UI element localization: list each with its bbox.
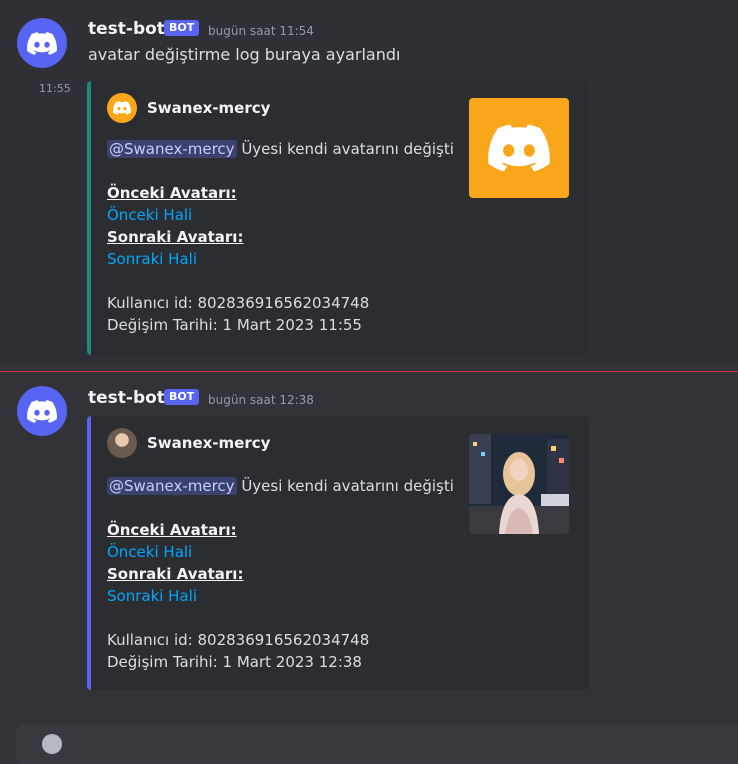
old-avatar-link[interactable]: Önceki Hali bbox=[107, 204, 454, 226]
embed-thumbnail[interactable] bbox=[469, 434, 569, 534]
embed-description: @Swanex-mercy Üyesi kendi avatarını deği… bbox=[107, 138, 454, 336]
embed-thumbnail[interactable] bbox=[469, 98, 569, 198]
user-mention[interactable]: @Swanex-mercy bbox=[107, 140, 237, 158]
message-side-timestamp[interactable]: 11:55 bbox=[39, 82, 71, 95]
change-date-line: Değişim Tarihi: 1 Mart 2023 11:55 bbox=[107, 316, 362, 334]
new-avatar-link[interactable]: Sonraki Hali bbox=[107, 585, 454, 607]
message-composer[interactable] bbox=[16, 724, 738, 764]
embed-description-text: Üyesi kendi avatarını değişti bbox=[236, 140, 454, 158]
message-author[interactable]: test-bot bbox=[88, 19, 165, 39]
message-author[interactable]: test-bot bbox=[88, 388, 165, 408]
embed-author: Swanex-mercy bbox=[107, 428, 270, 458]
discord-logo-icon bbox=[113, 101, 131, 115]
message-timestamp[interactable]: bugün saat 12:38 bbox=[208, 393, 314, 407]
discord-logo-icon bbox=[488, 124, 550, 172]
old-avatar-title: Önceki Avatarı: bbox=[107, 521, 237, 539]
new-avatar-link[interactable]: Sonraki Hali bbox=[107, 248, 454, 270]
new-messages-divider bbox=[0, 371, 738, 372]
embed-author: Swanex-mercy bbox=[107, 93, 270, 123]
old-avatar-title: Önceki Avatarı: bbox=[107, 184, 237, 202]
discord-logo-icon bbox=[27, 31, 57, 55]
bot-avatar[interactable] bbox=[17, 18, 67, 68]
embed-description: @Swanex-mercy Üyesi kendi avatarını deği… bbox=[107, 475, 454, 673]
bot-tag: BOT bbox=[164, 20, 200, 36]
new-avatar-title: Sonraki Avatarı: bbox=[107, 565, 244, 583]
change-date-line: Değişim Tarihi: 1 Mart 2023 12:38 bbox=[107, 653, 362, 671]
embed-author-icon bbox=[107, 93, 137, 123]
bot-avatar[interactable] bbox=[17, 386, 67, 436]
discord-logo-icon bbox=[27, 399, 57, 423]
embed-author-name[interactable]: Swanex-mercy bbox=[147, 99, 270, 117]
user-mention[interactable]: @Swanex-mercy bbox=[107, 477, 237, 495]
embed-card: Swanex-mercy @Swanex-mercy Üyesi kendi a… bbox=[87, 81, 589, 355]
add-attachment-icon[interactable] bbox=[42, 734, 62, 754]
message-content: avatar değiştirme log buraya ayarlandı bbox=[88, 45, 401, 64]
embed-card: Swanex-mercy @Swanex-mercy Üyesi kendi a… bbox=[87, 416, 589, 690]
message-timestamp[interactable]: bugün saat 11:54 bbox=[208, 24, 314, 38]
embed-author-icon bbox=[107, 428, 137, 458]
new-avatar-title: Sonraki Avatarı: bbox=[107, 228, 244, 246]
embed-description-text: Üyesi kendi avatarını değişti bbox=[236, 477, 454, 495]
user-id-line: Kullanıcı id: 802836916562034748 bbox=[107, 294, 370, 312]
user-photo-image bbox=[469, 434, 569, 534]
user-id-line: Kullanıcı id: 802836916562034748 bbox=[107, 631, 370, 649]
old-avatar-link[interactable]: Önceki Hali bbox=[107, 541, 454, 563]
bot-tag: BOT bbox=[164, 389, 200, 405]
embed-author-name[interactable]: Swanex-mercy bbox=[147, 434, 270, 452]
